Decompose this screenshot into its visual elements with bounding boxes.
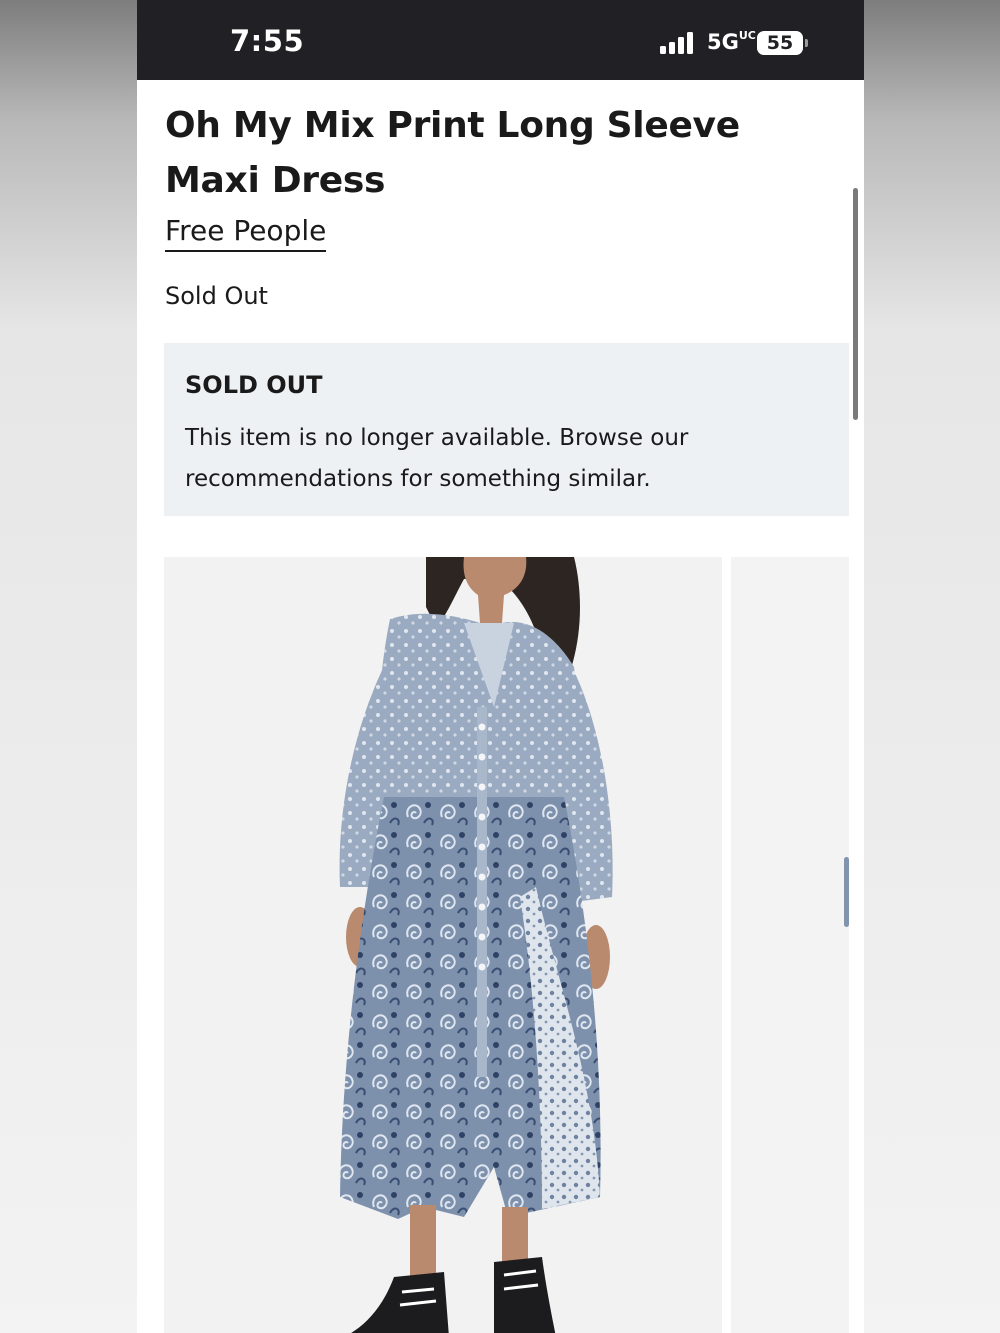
product-title: Oh My Mix Print Long Sleeve Maxi Dress [165, 105, 740, 201]
status-bar: 7:55 5GUC 55 [137, 0, 864, 80]
phone-screen: 7:55 5GUC 55 Oh My Mix Print Long Sleeve… [137, 0, 864, 1333]
dress-illustration [164, 557, 722, 1333]
brand-link[interactable]: Free People [165, 214, 327, 252]
battery-tip [805, 39, 808, 47]
next-product-image[interactable] [731, 557, 849, 1333]
scrollbar[interactable] [853, 188, 858, 420]
network-indicator: 5GUC [707, 29, 756, 54]
battery-icon: 55 [757, 31, 803, 55]
left-backdrop [0, 0, 137, 1333]
image-carousel[interactable] [164, 557, 864, 1333]
status-time: 7:55 [230, 24, 305, 58]
notice-heading: SOLD OUT [185, 371, 323, 399]
availability-status: Sold Out [165, 282, 268, 310]
next-image-edge [844, 857, 849, 927]
signal-icon [660, 32, 698, 54]
sold-out-notice: SOLD OUT This item is no longer availabl… [164, 343, 849, 516]
notice-body: This item is no longer available. Browse… [185, 425, 689, 492]
right-backdrop [864, 0, 1000, 1333]
product-image[interactable] [164, 557, 722, 1333]
